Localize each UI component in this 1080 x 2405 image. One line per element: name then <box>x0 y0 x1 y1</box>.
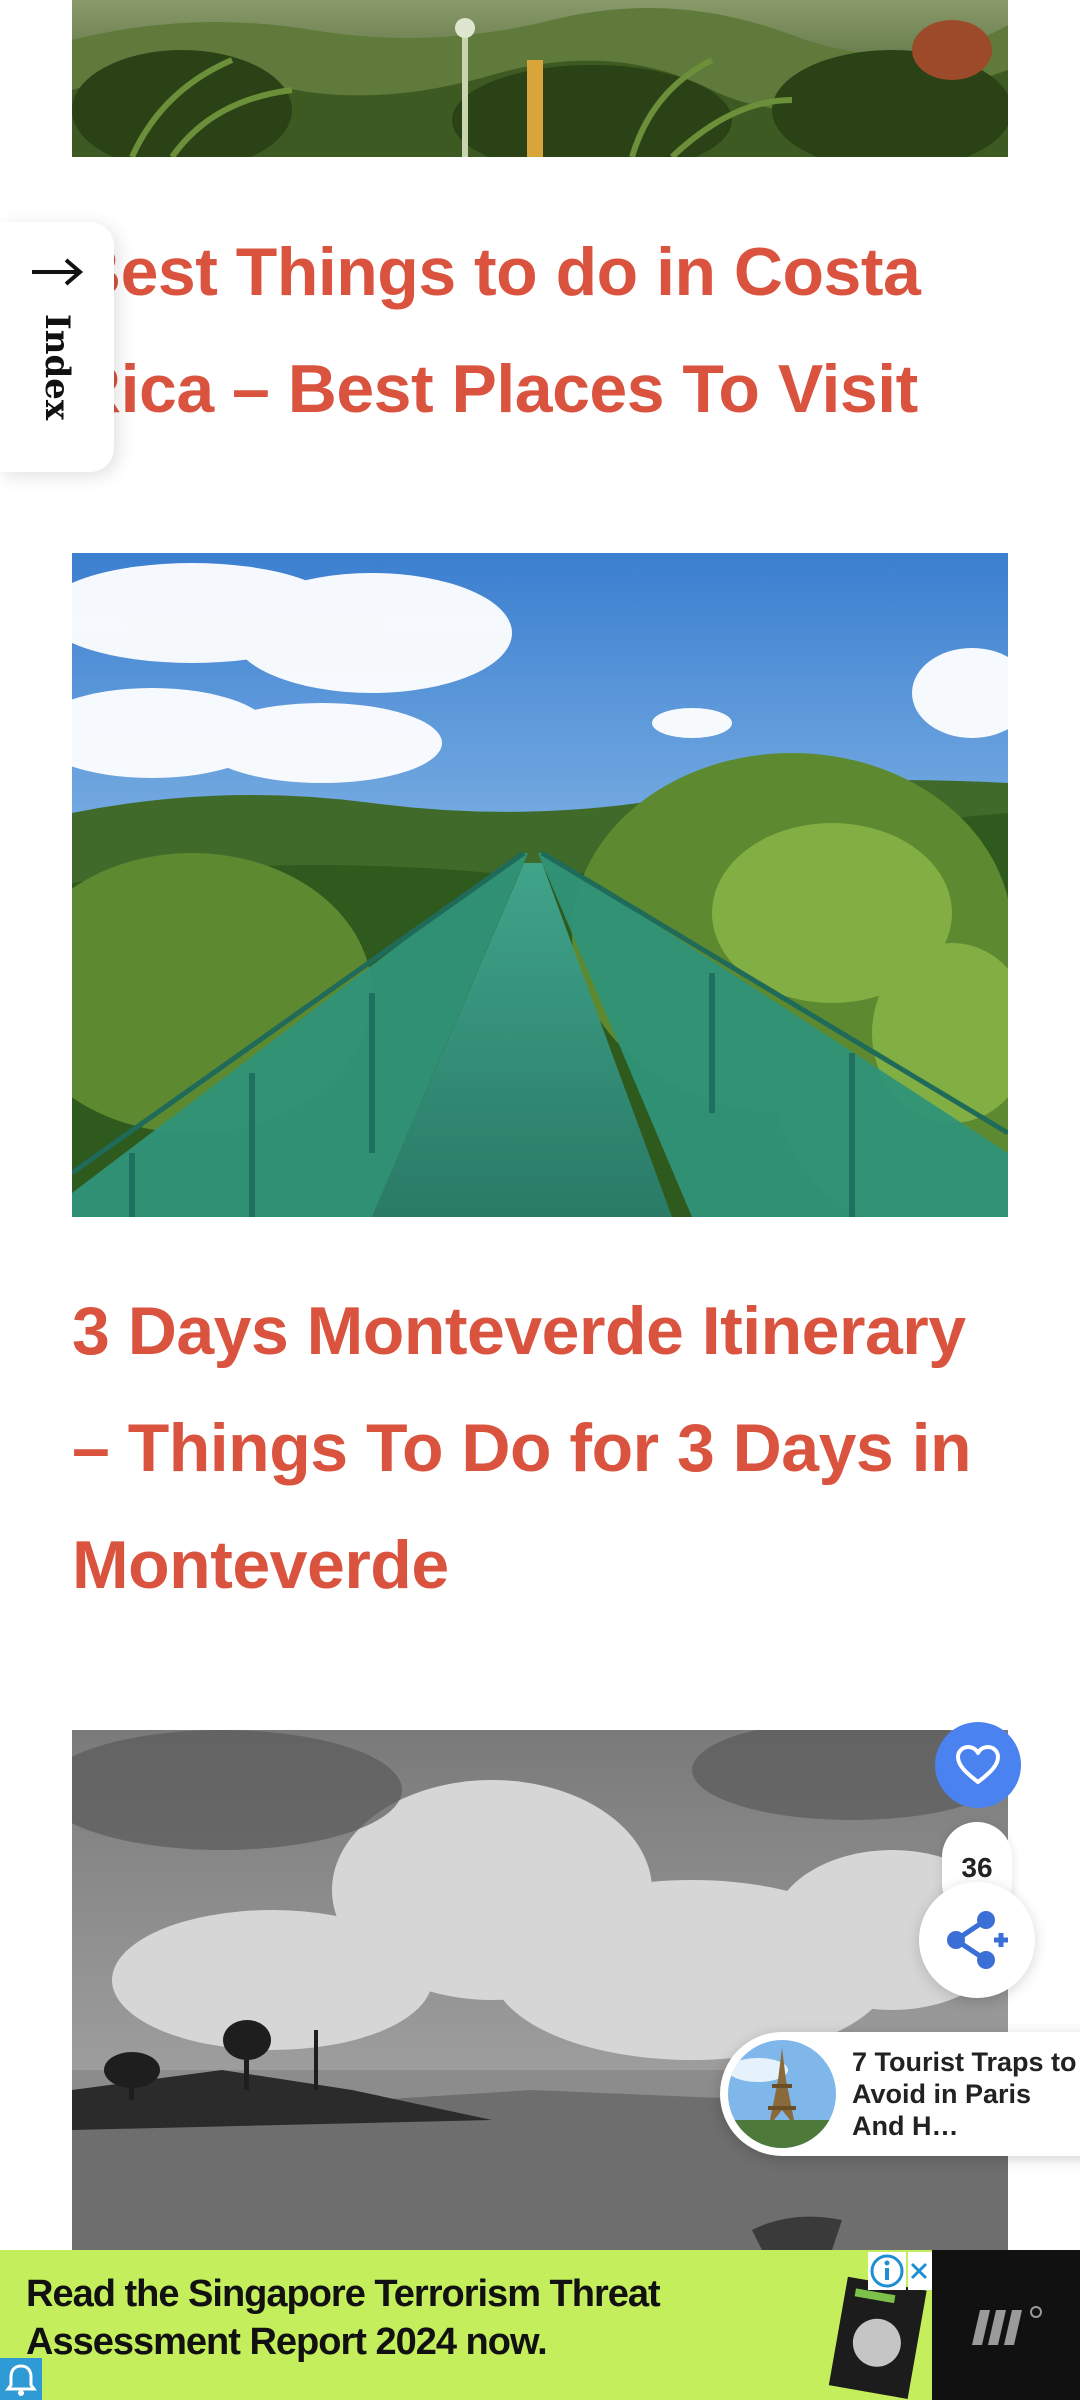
ad-report-image <box>828 2276 927 2399</box>
ad-choices-icon[interactable] <box>0 2358 42 2400</box>
index-label: Index <box>37 313 77 421</box>
tropical-garden-illustration <box>72 0 1008 157</box>
ad-text[interactable]: Read the Singapore Terrorism Threat Asse… <box>26 2270 786 2366</box>
lake-grayscale-photo[interactable] <box>72 1730 1008 2250</box>
info-icon[interactable] <box>868 2252 906 2290</box>
heart-icon <box>956 1745 1000 1784</box>
close-icon[interactable] <box>908 2252 932 2290</box>
like-button[interactable] <box>935 1722 1021 1808</box>
article-title-costa-rica[interactable]: Best Things to do in Costa Rica – Best P… <box>72 214 1008 448</box>
eiffel-tower-illustration <box>728 2040 836 2148</box>
index-tab[interactable]: Index <box>0 222 114 472</box>
brand-logo-icon[interactable] <box>932 2250 1080 2400</box>
recommended-article-title: 7 Tourist Traps to Avoid in Paris And H… <box>852 2047 1077 2141</box>
share-plus-icon <box>947 1911 1008 1969</box>
eiffel-tower-thumbnail <box>725 2037 839 2151</box>
hanging-bridge-illustration <box>72 553 1008 1217</box>
like-count: 36 <box>961 1852 993 1883</box>
arrow-up-icon <box>32 258 84 286</box>
tropical-garden-photo[interactable] <box>72 0 1008 157</box>
recommended-article-card[interactable]: 7 Tourist Traps to Avoid in Paris And H… <box>720 2032 1080 2156</box>
article-title-monteverde[interactable]: 3 Days Monteverde Itinerary – Things To … <box>72 1273 1008 1624</box>
share-button[interactable] <box>919 1882 1035 1998</box>
hanging-bridge-photo[interactable] <box>72 553 1008 1217</box>
lake-grayscale-illustration <box>72 1730 1008 2250</box>
